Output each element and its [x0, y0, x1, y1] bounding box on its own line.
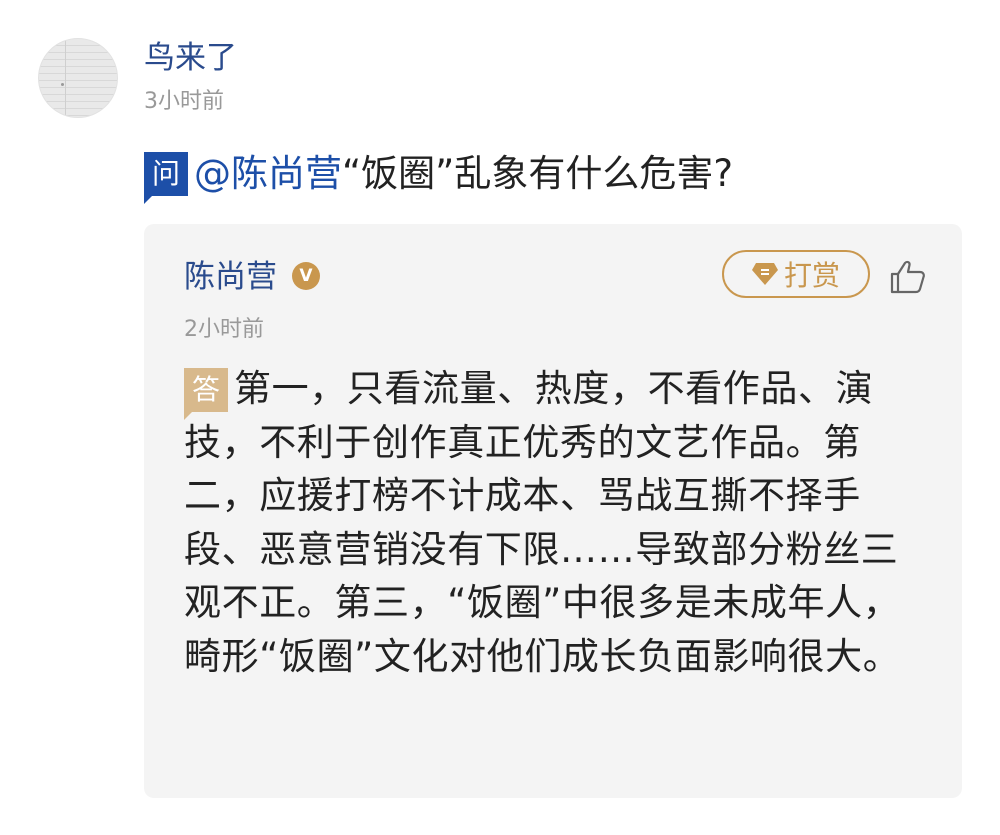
answer-text: 第一，只看流量、热度，不看作品、演技，不利于创作真正优秀的文艺作品。第二，应援打… — [184, 367, 901, 678]
gem-icon — [751, 263, 778, 285]
question-text: “饭圈”乱象有什么危害? — [342, 152, 733, 195]
avatar-window-frame — [65, 39, 66, 117]
answer-badge: 答 — [184, 368, 228, 420]
comment-post: 鸟来了 3小时前 问 @陈尚营 “饭圈”乱象有什么危害? 陈尚营 V 打赏 2小… — [0, 0, 1000, 835]
tip-button-label: 打赏 — [783, 259, 840, 292]
avatar-window-handle — [61, 83, 64, 86]
answer-card: 陈尚营 V 打赏 2小时前 答第一，只看流量、热度，不看作品、演技，不利于创作真… — [144, 224, 962, 798]
verified-icon: V — [292, 262, 320, 290]
mention-link[interactable]: @陈尚营 — [194, 148, 342, 200]
question-line: 问 @陈尚营 “饭圈”乱象有什么危害? — [144, 148, 733, 204]
answer-body: 答第一，只看流量、热度，不看作品、演技，不利于创作真正优秀的文艺作品。第二，应援… — [184, 362, 924, 683]
answer-timestamp: 2小时前 — [184, 317, 264, 342]
question-badge: 问 — [144, 152, 188, 204]
thumbs-up-icon[interactable] — [890, 260, 926, 294]
avatar[interactable] — [38, 38, 118, 118]
answer-author-name[interactable]: 陈尚营 — [184, 256, 277, 298]
tip-button[interactable]: 打赏 — [722, 250, 870, 298]
post-author-name[interactable]: 鸟来了 — [144, 38, 237, 78]
post-timestamp: 3小时前 — [144, 89, 224, 114]
